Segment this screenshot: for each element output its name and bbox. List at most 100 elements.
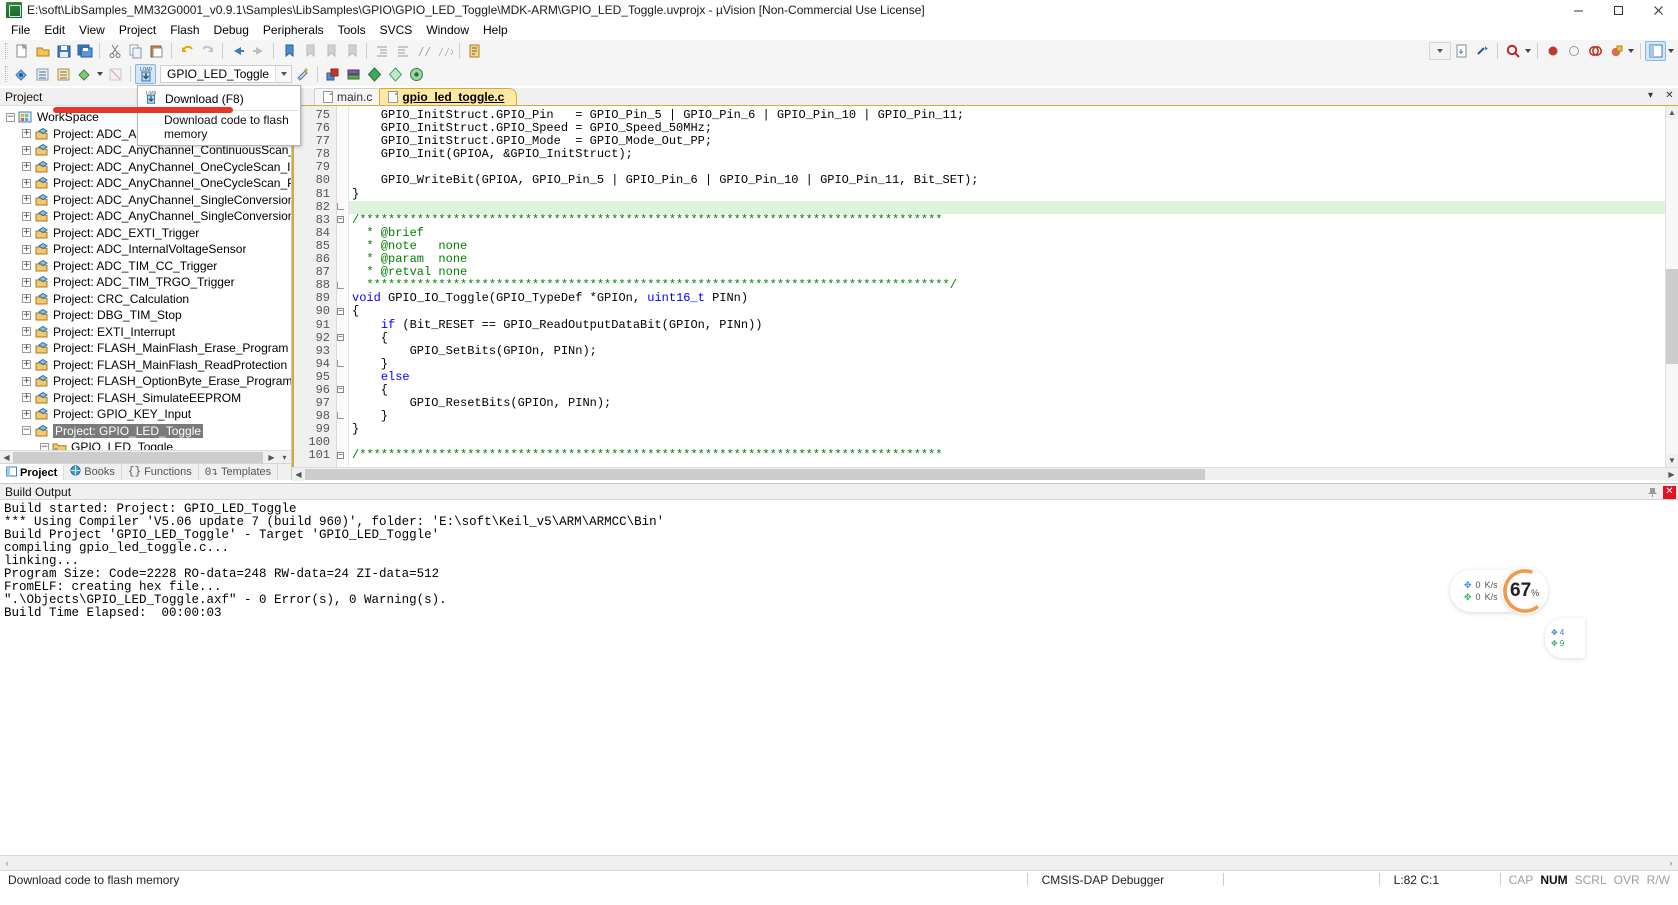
- expander-icon[interactable]: +: [22, 343, 31, 353]
- scroll-right-icon[interactable]: ▶: [265, 450, 278, 464]
- menu-svcs[interactable]: SVCS: [373, 20, 420, 40]
- project-tree-hscrollbar[interactable]: ◀ ▶ ▾: [0, 450, 291, 464]
- tree-node-project[interactable]: + Project: FLASH_OptionByte_Erase_Program: [0, 373, 291, 390]
- expander-icon[interactable]: +: [22, 376, 31, 386]
- tree-node-target[interactable]: − GPIO_LED_Toggle: [0, 439, 291, 450]
- breakpoint-dropdown-arrow[interactable]: [1626, 41, 1636, 61]
- code-line[interactable]: }: [349, 357, 1665, 371]
- menu-peripherals[interactable]: Peripherals: [256, 20, 331, 40]
- expander-icon[interactable]: +: [22, 310, 31, 320]
- target-select[interactable]: GPIO_LED_Toggle: [160, 65, 292, 83]
- breakpoint-insert-icon[interactable]: [1542, 41, 1563, 61]
- scroll-left-icon[interactable]: ◀: [0, 450, 13, 464]
- hscroll-track[interactable]: [13, 451, 265, 463]
- tab-templates[interactable]: 0↴ Templates: [199, 464, 279, 480]
- fold-marker[interactable]: −: [337, 384, 348, 397]
- fold-marker[interactable]: −: [337, 449, 348, 462]
- hscroll-track[interactable]: [305, 468, 1665, 480]
- code-line[interactable]: /***************************************…: [349, 213, 1665, 227]
- editor-tab-gpio-led-toggle-c[interactable]: gpio_led_toggle.c: [379, 88, 518, 105]
- new-file-icon[interactable]: [11, 41, 32, 61]
- build-icon[interactable]: [32, 64, 53, 84]
- copy-icon[interactable]: [125, 41, 146, 61]
- build-output-text[interactable]: Build started: Project: GPIO_LED_Toggle …: [0, 500, 1678, 830]
- translate-icon[interactable]: [11, 64, 32, 84]
- code-line[interactable]: * @param none: [349, 252, 1665, 266]
- fold-column[interactable]: − − − − −: [337, 106, 349, 467]
- code-line[interactable]: GPIO_SetBits(GPIOn, PINn);: [349, 344, 1665, 358]
- tree-node-project[interactable]: + Project: FLASH_SimulateEEPROM: [0, 390, 291, 407]
- tree-node-project[interactable]: + Project: ADC_TIM_CC_Trigger: [0, 258, 291, 275]
- toolbar-grip-2[interactable]: [5, 66, 8, 82]
- code-line[interactable]: * @brief: [349, 226, 1665, 240]
- expander-icon[interactable]: +: [22, 178, 31, 188]
- bookmark-clear-icon[interactable]: [341, 41, 362, 61]
- find-in-files-icon[interactable]: [1502, 41, 1523, 61]
- scroll-left-icon[interactable]: ‹: [0, 856, 14, 870]
- batch-build-dropdown-arrow[interactable]: [95, 64, 105, 84]
- code-line[interactable]: }: [349, 410, 1665, 423]
- pack-installer-icon[interactable]: [343, 64, 364, 84]
- uncomment-icon[interactable]: //x: [434, 41, 455, 61]
- stop-build-icon[interactable]: [105, 64, 126, 84]
- tree-node-project[interactable]: + Project: ADC_EXTI_Trigger: [0, 225, 291, 242]
- code-line[interactable]: GPIO_ResetBits(GPIOn, PINn);: [349, 396, 1665, 410]
- source-code[interactable]: GPIO_InitStruct.GPIO_Pin = GPIO_Pin_5 | …: [349, 106, 1665, 467]
- fold-marker[interactable]: −: [337, 305, 348, 318]
- tree-node-project[interactable]: − Project: GPIO_LED_Toggle: [0, 423, 291, 440]
- insert-file-icon[interactable]: [1451, 41, 1472, 61]
- scroll-right-icon[interactable]: ▶: [1665, 467, 1678, 481]
- tree-node-project[interactable]: + Project: GPIO_KEY_Input: [0, 406, 291, 423]
- code-line[interactable]: {: [349, 331, 1665, 345]
- toolbar-grip[interactable]: [5, 43, 8, 59]
- code-line[interactable]: {: [349, 305, 1665, 318]
- project-tree[interactable]: − WorkSpace +Project: ADC_AnyChannel_Con…: [0, 106, 291, 450]
- expander-icon[interactable]: −: [6, 112, 15, 122]
- breakpoint-clear-all-icon[interactable]: [1584, 41, 1605, 61]
- menu-project[interactable]: Project: [112, 20, 163, 40]
- cut-icon[interactable]: [104, 41, 125, 61]
- breakpoint-disable-icon[interactable]: [1563, 41, 1584, 61]
- tree-node-project[interactable]: + Project: EXTI_Interrupt: [0, 324, 291, 341]
- menu-debug[interactable]: Debug: [207, 20, 256, 40]
- goto-definition-icon[interactable]: [1472, 41, 1493, 61]
- expander-icon[interactable]: +: [22, 360, 31, 370]
- editor-tab-main-c[interactable]: main.c: [314, 88, 386, 105]
- code-line[interactable]: * @note none: [349, 239, 1665, 253]
- batch-build-icon[interactable]: [74, 64, 95, 84]
- open-file-icon[interactable]: [32, 41, 53, 61]
- find-dropdown-arrow[interactable]: [1523, 41, 1533, 61]
- menu-flash[interactable]: Flash: [163, 20, 206, 40]
- code-line[interactable]: }: [349, 423, 1665, 436]
- outdent-icon[interactable]: [392, 41, 413, 61]
- tab-functions[interactable]: {} Functions: [122, 464, 199, 480]
- minimize-button[interactable]: [1558, 0, 1598, 20]
- window-layout-dropdown-arrow[interactable]: [1666, 41, 1676, 61]
- target-options-icon[interactable]: [292, 64, 313, 84]
- manage-runtime-icon[interactable]: [322, 64, 343, 84]
- menu-window[interactable]: Window: [419, 20, 476, 40]
- redo-icon[interactable]: [197, 41, 218, 61]
- expander-icon[interactable]: +: [22, 244, 31, 254]
- tab-books[interactable]: Books: [64, 464, 122, 480]
- code-line[interactable]: /***************************************…: [349, 449, 1665, 462]
- code-line[interactable]: void GPIO_IO_Toggle(GPIO_TypeDef *GPIOn,…: [349, 292, 1665, 305]
- tree-node-project[interactable]: + Project: ADC_AnyChannel_OneCycleScan_Po…: [0, 175, 291, 192]
- code-line[interactable]: else: [349, 370, 1665, 384]
- breakpoint-disable-all-icon[interactable]: [1605, 41, 1626, 61]
- fold-marker[interactable]: [337, 410, 348, 423]
- menu-help[interactable]: Help: [476, 20, 515, 40]
- vscroll-track[interactable]: [1666, 119, 1678, 454]
- fold-marker[interactable]: −: [337, 214, 348, 227]
- vscroll-thumb[interactable]: [1666, 269, 1678, 364]
- fold-marker[interactable]: [337, 201, 348, 214]
- tabstrip-close-icon[interactable]: ✕: [1663, 89, 1676, 102]
- menu-file[interactable]: File: [4, 20, 37, 40]
- expander-icon[interactable]: +: [22, 129, 31, 139]
- rebuild-icon[interactable]: [53, 64, 74, 84]
- expander-icon[interactable]: +: [22, 261, 31, 271]
- maximize-button[interactable]: [1598, 0, 1638, 20]
- fold-marker[interactable]: [337, 279, 348, 292]
- fold-marker[interactable]: −: [337, 332, 348, 345]
- expander-icon[interactable]: +: [22, 195, 31, 205]
